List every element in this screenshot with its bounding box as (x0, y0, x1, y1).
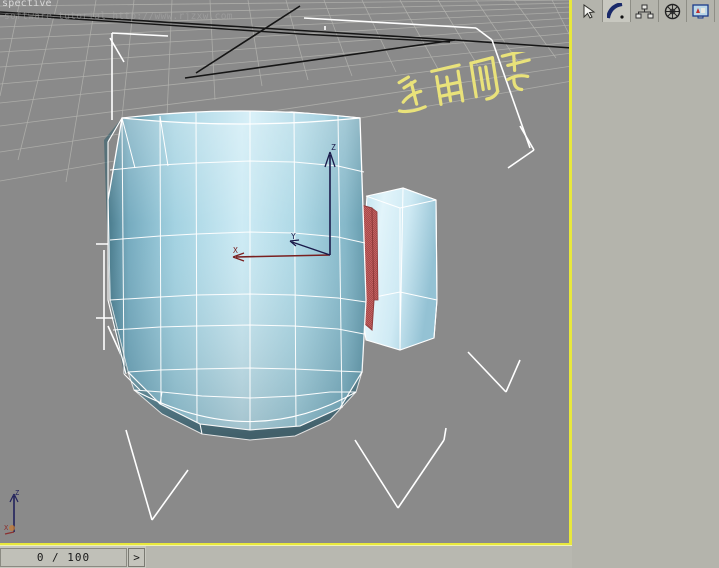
svg-text:X: X (4, 524, 9, 532)
viewport-scene: Z X Y (0, 0, 572, 545)
time-slider-bar: 0 / 100 > (0, 545, 572, 568)
viewport-label: spective (2, 0, 52, 9)
svg-text:Y: Y (291, 232, 296, 241)
motion-tab[interactable] (659, 0, 687, 22)
current-frame-display[interactable]: 0 / 100 (0, 548, 127, 567)
perspective-viewport[interactable]: Z X Y spective software tutorial http://… (0, 0, 572, 545)
modify-tab[interactable] (603, 0, 631, 22)
world-axis-tripod: Z X (4, 489, 19, 535)
display-tab[interactable] (687, 0, 715, 22)
time-slider-track[interactable] (146, 546, 572, 568)
svg-text:Z: Z (15, 489, 19, 497)
viewport-watermark: software tutorial http://www.rjzxw.com (4, 11, 233, 22)
svg-text:Z: Z (331, 143, 336, 152)
next-frame-button[interactable]: > (128, 548, 145, 567)
max-application-window: Z X Y spective software tutorial http://… (0, 0, 719, 568)
svg-text:X: X (233, 246, 238, 255)
command-panel: Cylinder01 Modifier List + Editable Poly (572, 0, 719, 568)
create-tab[interactable] (575, 0, 603, 22)
hierarchy-tab[interactable] (631, 0, 659, 22)
command-panel-tabs (575, 0, 719, 22)
